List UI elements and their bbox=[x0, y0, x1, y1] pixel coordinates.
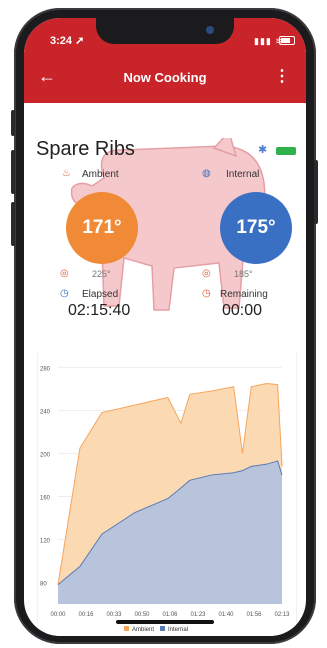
x-tick-label: 01:06 bbox=[162, 612, 178, 618]
internal-target: 185° bbox=[234, 269, 253, 279]
legend-label: Internal bbox=[168, 627, 188, 633]
stopwatch-icon: ◷ bbox=[60, 288, 69, 299]
battery-icon bbox=[276, 147, 296, 155]
y-tick-label: 120 bbox=[40, 538, 51, 544]
home-indicator[interactable] bbox=[116, 620, 214, 624]
mute-switch bbox=[11, 110, 15, 136]
ambient-target: 225° bbox=[92, 269, 111, 279]
flame-icon: ♨ bbox=[62, 168, 71, 179]
app-bar: ← Now Cooking ⋮ bbox=[24, 54, 306, 102]
status-battery-icon bbox=[279, 36, 295, 45]
y-tick-label: 240 bbox=[40, 409, 51, 415]
status-time: 3:24 ➚ bbox=[50, 35, 85, 47]
internal-temp-circle[interactable]: 175° bbox=[220, 192, 292, 264]
y-tick-label: 200 bbox=[40, 452, 51, 458]
bluetooth-icon: ✱ bbox=[258, 144, 268, 156]
volume-down-button bbox=[11, 202, 15, 246]
power-button bbox=[314, 160, 318, 224]
internal-label: Internal bbox=[226, 169, 260, 180]
x-tick-label: 01:23 bbox=[190, 612, 206, 618]
x-tick-label: 01:40 bbox=[218, 612, 234, 618]
y-tick-label: 160 bbox=[40, 495, 51, 501]
x-tick-label: 02:13 bbox=[274, 612, 290, 618]
y-tick-label: 80 bbox=[40, 581, 47, 587]
screen: 3:24 ➚ ▮▮▮ ≋ ← Now Cooking ⋮ Spare Ribs … bbox=[24, 18, 306, 636]
camera bbox=[206, 26, 214, 34]
remaining-value: 00:00 bbox=[222, 302, 263, 319]
y-tick-label: 280 bbox=[40, 366, 51, 372]
ambient-temp-circle[interactable]: 171° bbox=[66, 192, 138, 264]
elapsed-label: Elapsed bbox=[82, 289, 119, 300]
x-tick-label: 00:50 bbox=[134, 612, 150, 618]
target-icon: ◎ bbox=[60, 268, 69, 279]
page-title: Now Cooking bbox=[123, 70, 207, 85]
overflow-menu-icon[interactable]: ⋮ bbox=[274, 66, 290, 86]
food-name: Spare Ribs bbox=[36, 138, 135, 160]
legend-swatch bbox=[160, 626, 165, 631]
temperature-chart-card: 80 120 160 200 240 280 00:00 00:16 00:33 00:50 01:… bbox=[38, 350, 296, 636]
elapsed-value: 02:15:40 bbox=[68, 302, 131, 319]
x-tick-label: 00:00 bbox=[50, 612, 66, 618]
temperature-chart: 80 120 160 200 240 280 00:00 00:16 00:33 00:50 01:… bbox=[40, 366, 290, 633]
notch bbox=[96, 18, 234, 44]
legend-label: Ambient bbox=[132, 627, 154, 633]
ambient-label: Ambient bbox=[82, 169, 119, 180]
x-tick-label: 00:16 bbox=[78, 612, 94, 618]
legend-swatch bbox=[124, 626, 129, 631]
volume-up-button bbox=[11, 150, 15, 194]
remaining-label: Remaining bbox=[220, 289, 268, 300]
x-tick-label: 00:33 bbox=[106, 612, 122, 618]
x-tick-label: 01:56 bbox=[246, 612, 262, 618]
probe-icon: ◍ bbox=[202, 168, 211, 179]
target-icon: ◎ bbox=[202, 268, 211, 279]
timer-icon: ◷ bbox=[202, 288, 211, 299]
